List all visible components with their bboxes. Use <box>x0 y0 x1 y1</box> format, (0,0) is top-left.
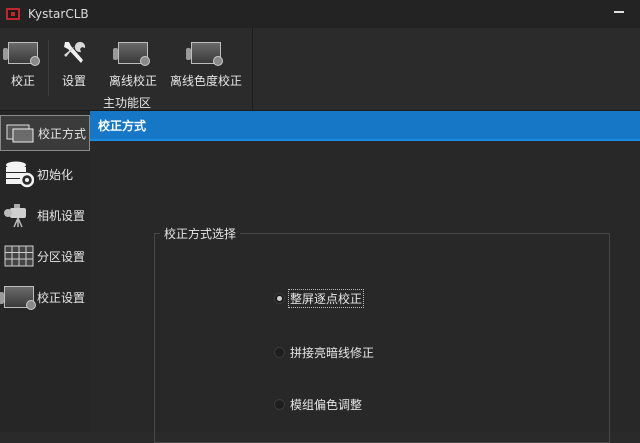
title-bar: KystarCLB <box>0 0 640 28</box>
calibrate-label: 校正 <box>10 74 35 88</box>
settings-label: 设置 <box>61 74 86 88</box>
monitor-offline-icon <box>113 38 150 68</box>
option-seam-correction[interactable]: 拼接亮暗线修正 <box>274 344 375 361</box>
ribbon-group-divider <box>252 28 253 110</box>
monitor-icon <box>0 284 36 310</box>
sidebar: 校正方式 初始化 相机设置 分区设置 校正设置 <box>0 111 90 432</box>
radio-label: 拼接亮暗线修正 <box>290 346 375 360</box>
sidebar-item-calibration-settings[interactable]: 校正设置 <box>0 279 90 315</box>
grid-icon <box>3 243 35 269</box>
monitor-calibrate-icon <box>3 38 40 68</box>
radio-checked-icon[interactable] <box>274 293 285 304</box>
panel-title: 校正方式 <box>98 118 147 133</box>
database-gear-icon <box>3 161 35 188</box>
offline-chroma-button[interactable]: 离线色度校正 <box>166 38 246 92</box>
sidebar-item-calibration-mode[interactable]: 校正方式 <box>0 115 90 151</box>
radio-label: 整屏逐点校正 <box>287 289 365 308</box>
settings-button[interactable]: 设置 <box>54 38 94 92</box>
offline-chroma-label: 离线色度校正 <box>169 74 242 88</box>
sidebar-item-label: 初始化 <box>37 167 74 182</box>
monitor-chroma-icon <box>186 38 223 68</box>
offline-calibrate-label: 离线校正 <box>108 74 157 88</box>
sidebar-item-label: 分区设置 <box>37 249 86 264</box>
groupbox-title: 校正方式选择 <box>160 225 241 242</box>
sidebar-item-initialize[interactable]: 初始化 <box>0 156 90 192</box>
radio-label: 模组偏色调整 <box>290 398 363 412</box>
calibration-mode-groupbox <box>154 233 610 443</box>
radio-unchecked-icon[interactable] <box>274 347 285 358</box>
ribbon-group-label: 主功能区 <box>103 96 152 110</box>
sidebar-item-camera-settings[interactable]: 相机设置 <box>0 197 90 233</box>
option-module-color-adjust[interactable]: 模组偏色调整 <box>274 396 363 413</box>
calibrate-button[interactable]: 校正 <box>3 38 42 92</box>
panel-header: 校正方式 <box>90 111 640 139</box>
radio-unchecked-icon[interactable] <box>274 399 285 410</box>
main-panel: 校正方式 校正方式选择 整屏逐点校正 拼接亮暗线修正 模组偏色调整 <box>90 111 640 443</box>
tools-icon <box>59 38 89 68</box>
ribbon-toolbar: 校正 设置 离线校正 离线色度校正 主功能区 <box>0 28 640 111</box>
sidebar-item-label: 校正方式 <box>38 126 87 141</box>
camera-icon <box>3 202 35 228</box>
window-title: KystarCLB <box>28 7 89 21</box>
sidebar-item-zone-settings[interactable]: 分区设置 <box>0 238 90 274</box>
offline-calibrate-button[interactable]: 离线校正 <box>104 38 162 92</box>
option-full-screen-calibration[interactable]: 整屏逐点校正 <box>274 289 365 308</box>
display-icon <box>4 120 36 146</box>
minimize-icon[interactable] <box>614 11 624 13</box>
sidebar-item-label: 相机设置 <box>37 208 86 223</box>
ribbon-divider <box>48 40 49 96</box>
app-logo-icon <box>6 8 20 20</box>
header-divider <box>90 139 640 141</box>
sidebar-item-label: 校正设置 <box>37 290 86 305</box>
